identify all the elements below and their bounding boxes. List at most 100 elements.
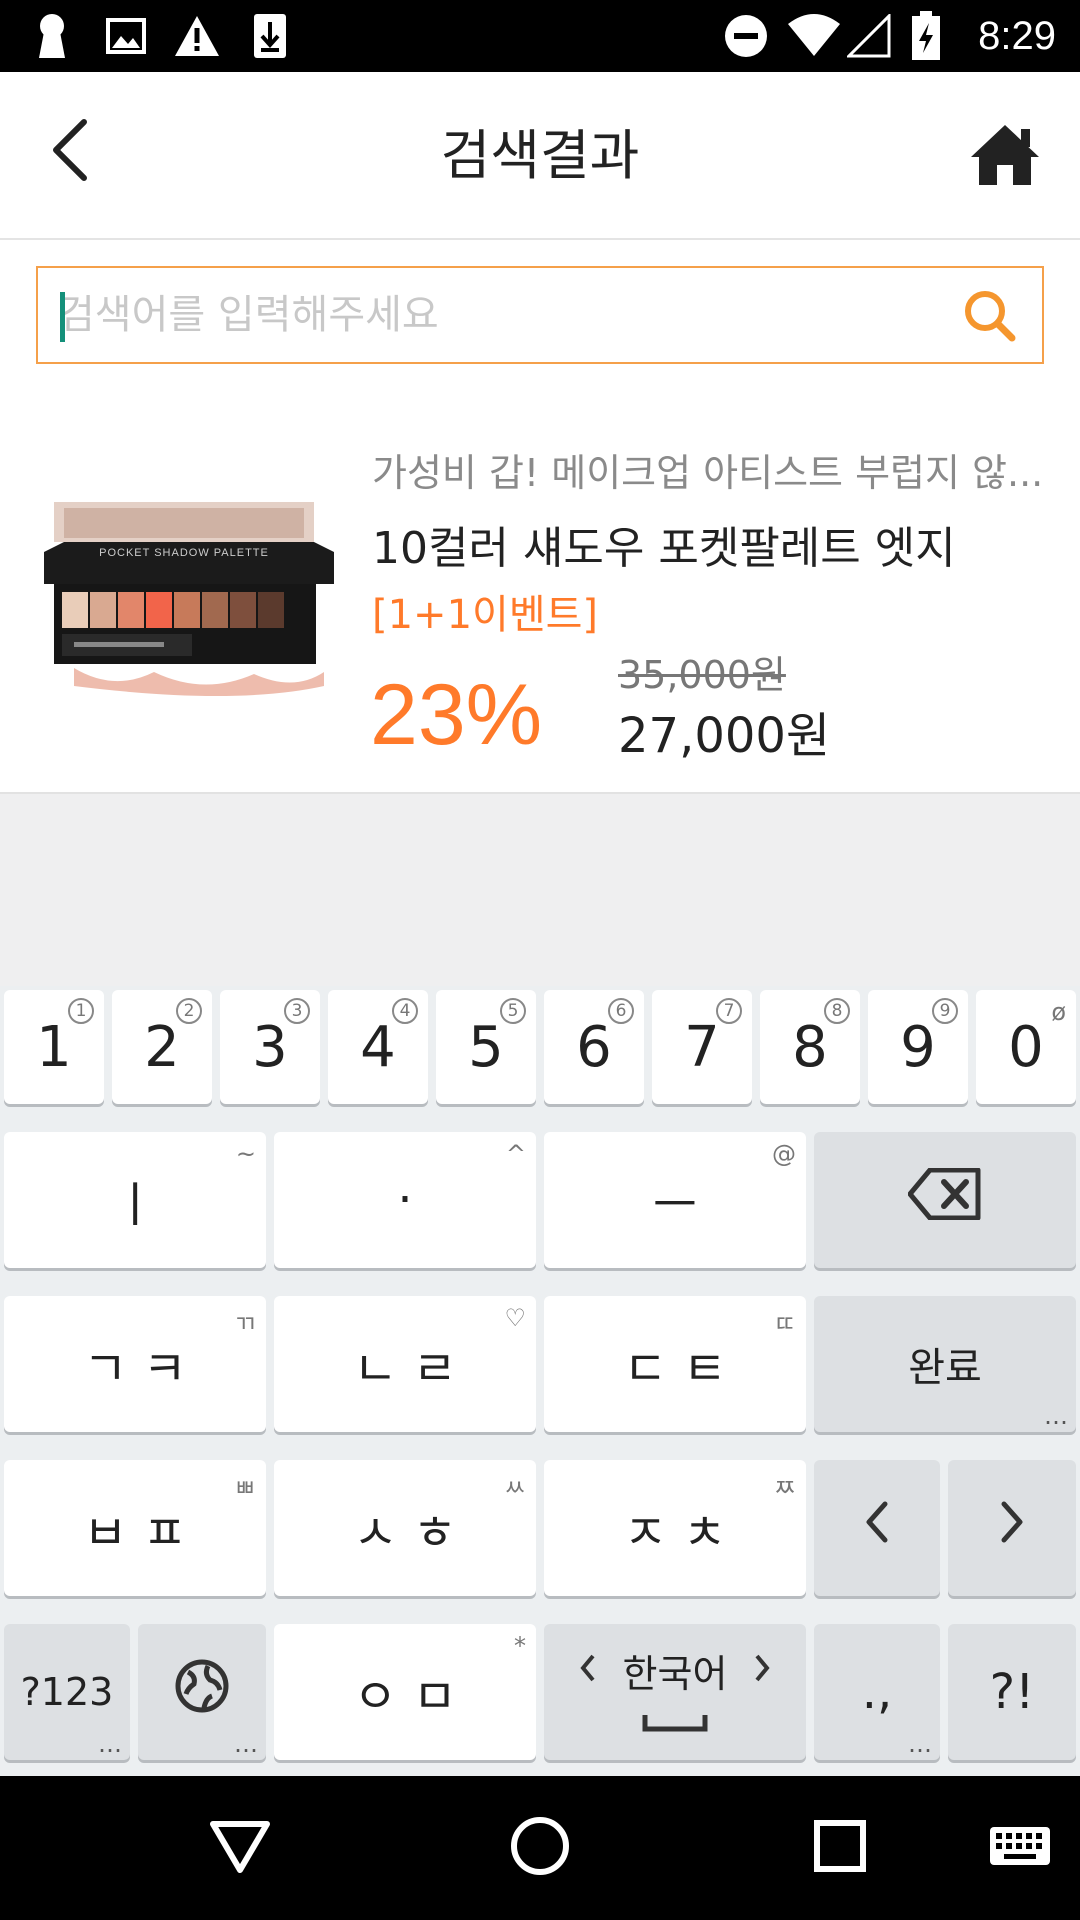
product-name: 10컬러 섀도우 포켓팔레트 엣지	[372, 523, 956, 574]
key-6[interactable]: 66	[544, 990, 644, 1104]
key-n-r[interactable]: ㄴ ㄹ ♡	[274, 1296, 536, 1432]
key-label: 1	[36, 1014, 72, 1080]
key-4[interactable]: 44	[328, 990, 428, 1104]
search-button[interactable]	[962, 288, 1018, 344]
recents-square-icon	[813, 1819, 867, 1877]
backspace-key[interactable]	[814, 1132, 1076, 1268]
key-hint: ㅆ	[503, 1474, 526, 1502]
space-key[interactable]: 한국어	[544, 1624, 806, 1760]
cursor-right-key[interactable]	[948, 1460, 1076, 1596]
key-hint: 8	[824, 998, 850, 1024]
key-hint: ㄲ	[233, 1310, 256, 1338]
key-label: 완료	[908, 1345, 982, 1391]
battery-charging-icon	[910, 11, 942, 60]
key-hint: @	[772, 1140, 796, 1168]
key-label: .,	[861, 1664, 893, 1720]
key-label: ㅈ ㅊ	[623, 1505, 727, 1561]
symbols-key[interactable]: ?123 …	[4, 1624, 130, 1760]
original-price: 35,000원	[618, 653, 786, 697]
key-label: 9	[900, 1014, 936, 1080]
more-dots: …	[908, 1730, 932, 1758]
nav-back-button[interactable]	[200, 1808, 280, 1888]
nav-keyboard-button[interactable]	[980, 1808, 1060, 1888]
product-card[interactable]: POCKET SHADOW PALETTE 가성비 갑! 메이크업 아티스트 부…	[0, 400, 1080, 792]
chevron-right-icon	[753, 1648, 771, 1692]
key-hint: ㅃ	[233, 1474, 256, 1502]
cursor-left-key[interactable]	[814, 1460, 940, 1596]
more-dots: …	[98, 1730, 122, 1758]
search-icon	[962, 291, 1018, 348]
sale-price: 27,000원	[618, 708, 831, 764]
home-button[interactable]	[960, 112, 1050, 202]
key-d-t[interactable]: ㄷ ㅌ ㄸ	[544, 1296, 806, 1432]
key-7[interactable]: 77	[652, 990, 752, 1104]
do-not-disturb-icon	[722, 12, 770, 60]
more-dots: …	[234, 1730, 258, 1758]
key-label: 3	[252, 1014, 288, 1080]
key-label: 4	[360, 1014, 396, 1080]
key-hint: 7	[716, 998, 742, 1024]
key-g-k[interactable]: ㄱ ㅋ ㄲ	[4, 1296, 266, 1432]
key-label: ?123	[20, 1670, 114, 1714]
discount-rate: 23%	[370, 667, 543, 763]
key-label: ㄷ ㅌ	[623, 1341, 727, 1397]
eyeshadow-palette-image: POCKET SHADOW PALETTE	[34, 496, 344, 706]
key-hint: 3	[284, 998, 310, 1024]
key-hint: ㄸ	[773, 1310, 796, 1338]
globe-icon	[174, 1658, 230, 1726]
key-label: ㅅ ㅎ	[353, 1505, 457, 1561]
home-icon	[967, 121, 1043, 193]
svg-text:POCKET SHADOW PALETTE: POCKET SHADOW PALETTE	[99, 547, 269, 559]
key-hint: 9	[932, 998, 958, 1024]
empty-results-area	[0, 792, 1080, 986]
space-key-content: 한국어	[579, 1643, 772, 1698]
key-label: 6	[576, 1014, 612, 1080]
navigation-bar	[0, 1776, 1080, 1920]
exclaim-key[interactable]: ?!	[948, 1624, 1076, 1760]
clock: 8:29	[978, 14, 1056, 58]
key-hint: 4	[392, 998, 418, 1024]
search-box	[36, 266, 1044, 364]
key-5[interactable]: 55	[436, 990, 536, 1104]
key-hint: *	[514, 1632, 526, 1660]
spacebar-icon	[642, 1698, 708, 1742]
done-key[interactable]: 완료…	[814, 1296, 1076, 1432]
key-label: 2	[144, 1014, 180, 1080]
backspace-icon	[907, 1167, 982, 1232]
key-vowel-eu[interactable]: ㅡ @	[544, 1132, 806, 1268]
key-vowel-dot[interactable]: · ^	[274, 1132, 536, 1268]
key-8[interactable]: 88	[760, 990, 860, 1104]
search-input[interactable]	[58, 268, 938, 362]
language-key[interactable]: …	[138, 1624, 266, 1760]
chevron-left-icon	[863, 1500, 891, 1556]
key-label: ?!	[989, 1664, 1035, 1720]
key-label: 5	[468, 1014, 504, 1080]
key-label: 0	[1008, 1014, 1044, 1080]
product-event-tag: [1+1이벤트]	[372, 592, 599, 638]
keyboard-icon	[988, 1825, 1052, 1871]
signal-icon	[846, 12, 892, 60]
key-label: ㄴ ㄹ	[353, 1341, 457, 1397]
nav-home-button[interactable]	[500, 1808, 580, 1888]
key-s-h[interactable]: ㅅ ㅎ ㅆ	[274, 1460, 536, 1596]
key-hint: ~	[235, 1140, 256, 1168]
image-icon	[104, 12, 148, 60]
key-9[interactable]: 99	[868, 990, 968, 1104]
key-label: ㅡ	[652, 1177, 698, 1233]
key-3[interactable]: 33	[220, 990, 320, 1104]
nav-recents-button[interactable]	[800, 1808, 880, 1888]
key-vowel-i[interactable]: ㅣ ~	[4, 1132, 266, 1268]
key-label: ㄱ ㅋ	[83, 1341, 187, 1397]
key-1[interactable]: 11	[4, 990, 104, 1104]
key-hint: ^	[505, 1140, 526, 1168]
key-b-p[interactable]: ㅂ ㅍ ㅃ	[4, 1460, 266, 1596]
chevron-right-icon	[998, 1500, 1026, 1556]
key-o-m[interactable]: ㅇ ㅁ *	[274, 1624, 536, 1760]
key-hint: 5	[500, 998, 526, 1024]
key-label: ㅂ ㅍ	[83, 1505, 187, 1561]
key-0[interactable]: 0ø	[976, 990, 1076, 1104]
korean-keyboard: 11 22 33 44 55 66 77 88 99 0ø ㅣ ~ · ^ ㅡ @ ㄱ…	[0, 986, 1080, 1776]
key-j-ch[interactable]: ㅈ ㅊ ㅉ	[544, 1460, 806, 1596]
punctuation-key[interactable]: ., …	[814, 1624, 940, 1760]
key-2[interactable]: 22	[112, 990, 212, 1104]
